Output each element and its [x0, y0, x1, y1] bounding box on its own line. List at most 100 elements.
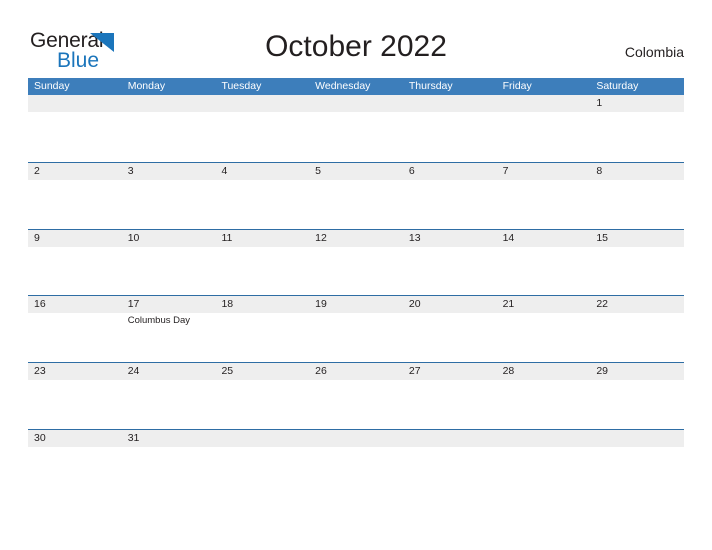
- day-number[interactable]: 14: [497, 230, 591, 247]
- day-number[interactable]: [497, 430, 591, 447]
- day-number[interactable]: 11: [215, 230, 309, 247]
- day-number[interactable]: 15: [590, 230, 684, 247]
- day-cell[interactable]: [28, 313, 122, 361]
- day-number[interactable]: 27: [403, 363, 497, 380]
- day-number[interactable]: 7: [497, 163, 591, 180]
- day-number[interactable]: 29: [590, 363, 684, 380]
- day-number[interactable]: 24: [122, 363, 216, 380]
- day-cell[interactable]: [403, 380, 497, 428]
- day-cell[interactable]: [309, 380, 403, 428]
- day-number[interactable]: 9: [28, 230, 122, 247]
- day-cell[interactable]: [403, 247, 497, 295]
- day-number[interactable]: 22: [590, 296, 684, 313]
- day-cell[interactable]: [590, 380, 684, 428]
- day-cell[interactable]: [590, 247, 684, 295]
- day-cell[interactable]: [309, 112, 403, 160]
- day-number[interactable]: [28, 95, 122, 112]
- week-events: [28, 447, 684, 495]
- day-number[interactable]: 17: [122, 296, 216, 313]
- week-date-numbers: 2 3 4 5 6 7 8: [28, 162, 684, 180]
- day-cell[interactable]: [497, 247, 591, 295]
- day-cell[interactable]: [309, 313, 403, 361]
- day-number[interactable]: 28: [497, 363, 591, 380]
- day-number[interactable]: [403, 430, 497, 447]
- week-date-numbers: 1: [28, 95, 684, 112]
- day-cell[interactable]: [28, 247, 122, 295]
- day-number[interactable]: [590, 430, 684, 447]
- week-events: Columbus Day: [28, 313, 684, 361]
- day-number[interactable]: 31: [122, 430, 216, 447]
- day-cell[interactable]: [215, 380, 309, 428]
- day-cell[interactable]: [215, 112, 309, 160]
- day-number[interactable]: 21: [497, 296, 591, 313]
- calendar-week-row: 1: [28, 95, 684, 162]
- day-cell[interactable]: [309, 447, 403, 495]
- day-cell[interactable]: [590, 313, 684, 361]
- day-number[interactable]: 8: [590, 163, 684, 180]
- day-number[interactable]: 5: [309, 163, 403, 180]
- day-number[interactable]: 3: [122, 163, 216, 180]
- day-number[interactable]: [215, 95, 309, 112]
- day-number[interactable]: 25: [215, 363, 309, 380]
- day-header-saturday: Saturday: [596, 80, 639, 92]
- day-number[interactable]: 18: [215, 296, 309, 313]
- day-cell[interactable]: [215, 180, 309, 228]
- day-number[interactable]: 16: [28, 296, 122, 313]
- day-cell[interactable]: Columbus Day: [122, 313, 216, 361]
- day-cell[interactable]: [122, 112, 216, 160]
- day-cell[interactable]: [403, 180, 497, 228]
- day-cell[interactable]: [309, 247, 403, 295]
- day-number[interactable]: 10: [122, 230, 216, 247]
- day-cell[interactable]: [122, 247, 216, 295]
- day-number[interactable]: 1: [590, 95, 684, 112]
- day-cell[interactable]: [215, 247, 309, 295]
- day-cell[interactable]: [497, 447, 591, 495]
- calendar-grid: Sunday Monday Tuesday Wednesday Thursday…: [28, 78, 684, 496]
- day-cell[interactable]: [403, 313, 497, 361]
- day-number[interactable]: 4: [215, 163, 309, 180]
- day-cell[interactable]: [28, 180, 122, 228]
- day-cell[interactable]: [497, 180, 591, 228]
- day-number[interactable]: 19: [309, 296, 403, 313]
- day-number[interactable]: 30: [28, 430, 122, 447]
- day-cell[interactable]: [497, 380, 591, 428]
- week-date-numbers: 16 17 18 19 20 21 22: [28, 296, 684, 314]
- page-title: October 2022: [265, 30, 447, 63]
- calendar-week-row: 9 10 11 12 13 14 15: [28, 228, 684, 296]
- day-cell[interactable]: [122, 380, 216, 428]
- calendar-week-row: 23 24 25 26 27 28 29: [28, 362, 684, 429]
- day-cell[interactable]: [403, 447, 497, 495]
- day-cell[interactable]: [28, 447, 122, 495]
- day-header-thursday: Thursday: [408, 80, 453, 92]
- day-number[interactable]: [403, 95, 497, 112]
- day-number[interactable]: 26: [309, 363, 403, 380]
- day-number[interactable]: 23: [28, 363, 122, 380]
- day-number[interactable]: [497, 95, 591, 112]
- day-cell[interactable]: [403, 112, 497, 160]
- day-number[interactable]: [309, 95, 403, 112]
- day-cell[interactable]: [122, 180, 216, 228]
- day-number[interactable]: 2: [28, 163, 122, 180]
- day-cell[interactable]: [122, 447, 216, 495]
- day-number[interactable]: [122, 95, 216, 112]
- event-label: Columbus Day: [127, 315, 191, 327]
- day-header-monday: Monday: [127, 80, 166, 92]
- day-number[interactable]: [215, 430, 309, 447]
- day-number[interactable]: 6: [403, 163, 497, 180]
- day-cell[interactable]: [497, 313, 591, 361]
- day-cell[interactable]: [309, 180, 403, 228]
- day-number[interactable]: [309, 430, 403, 447]
- day-cell[interactable]: [590, 180, 684, 228]
- day-number[interactable]: 20: [403, 296, 497, 313]
- day-cell[interactable]: [590, 112, 684, 160]
- day-number[interactable]: 13: [403, 230, 497, 247]
- day-cell[interactable]: [215, 313, 309, 361]
- day-cell[interactable]: [215, 447, 309, 495]
- day-cell[interactable]: [28, 112, 122, 160]
- calendar-week-row: 2 3 4 5 6 7 8: [28, 161, 684, 229]
- calendar-week-row: 30 31: [28, 428, 684, 496]
- day-cell[interactable]: [497, 112, 591, 160]
- day-cell[interactable]: [28, 380, 122, 428]
- day-number[interactable]: 12: [309, 230, 403, 247]
- day-cell[interactable]: [590, 447, 684, 495]
